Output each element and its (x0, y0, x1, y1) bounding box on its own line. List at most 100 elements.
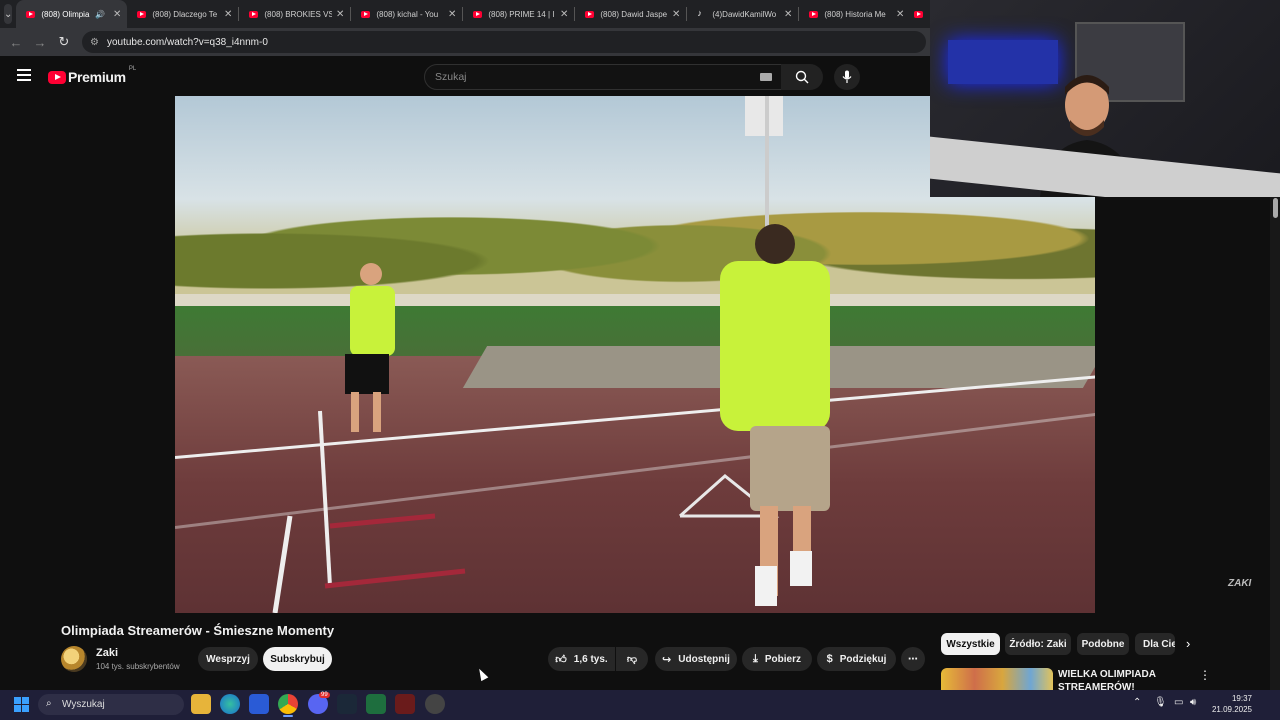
thumbs-down-icon: 👎︎ (626, 654, 638, 665)
youtube-icon (809, 10, 819, 18)
game-app-icon[interactable] (395, 694, 415, 714)
recommendation-more-icon[interactable]: ⋮ (1199, 668, 1211, 682)
video-title: Olimpiada Streamerów - Śmieszne Momenty (61, 623, 335, 638)
webcam-overlay (930, 0, 1280, 197)
tab-title: (808) Historia Me (824, 9, 886, 19)
tab-6[interactable]: (808) Dawid Jaspe ✕ (575, 0, 686, 28)
tab-5[interactable]: (808) PRIME 14 | I ✕ (463, 0, 574, 28)
region-code: PL (128, 66, 137, 72)
taskbar-search[interactable]: ⌕ Wyszukaj (38, 694, 184, 715)
subscribe-label: Subskrybuj (270, 653, 325, 665)
tab-4[interactable]: (808) kichal - You ✕ (351, 0, 462, 28)
edge-icon[interactable] (220, 694, 240, 714)
active-app-indicator (283, 715, 293, 717)
tab-7[interactable]: (4)DawidKamilWo ✕ (687, 0, 798, 28)
back-arrow-icon[interactable]: ← (4, 35, 28, 50)
thanks-label: Podziękuj (839, 653, 887, 665)
youtube-logo[interactable]: Premium PL (48, 66, 137, 85)
youtube-icon (585, 10, 595, 18)
clock-time: 19:37 (1231, 694, 1252, 703)
discord-notification-badge: 99 (319, 692, 330, 698)
subscriber-count: 104 tys. subskrybentów (96, 662, 180, 671)
close-icon[interactable]: ✕ (896, 9, 904, 20)
download-icon: ⤓ (753, 652, 758, 665)
tab-search-button[interactable]: ⌄ (4, 4, 13, 24)
channel-watermark: ZAKI (1228, 578, 1252, 589)
tab-2[interactable]: (808) Dlaczego Te ✕ (127, 0, 238, 28)
like-button[interactable]: 👍︎ 1,6 tys. (548, 647, 615, 671)
share-button[interactable]: ↪ Udostępnij (655, 647, 737, 671)
taskbar-search-placeholder: Wyszukaj (62, 699, 105, 710)
tab-9[interactable] (910, 0, 930, 28)
url-text: youtube.com/watch?v=q38_i4nnm-0 (106, 36, 268, 48)
tab-title: (808) Dlaczego Te (152, 9, 218, 19)
download-button[interactable]: ⤓ Pobierz (742, 647, 812, 671)
channel-avatar[interactable] (61, 646, 87, 672)
network-icon[interactable]: ▭ (1174, 697, 1183, 708)
close-icon[interactable]: ✕ (336, 9, 344, 20)
url-field[interactable]: ⚙ youtube.com/watch?v=q38_i4nnm-0 (82, 31, 926, 53)
chip-similar[interactable]: Podobne (1077, 633, 1129, 655)
more-actions-button[interactable]: ⋯ (901, 647, 925, 671)
dislike-button[interactable]: 👎︎ (616, 647, 648, 671)
site-info-icon[interactable]: ⚙ (90, 37, 99, 48)
youtube-icon (361, 10, 371, 18)
tab-title: (808) BROKIES VS (264, 9, 332, 19)
channel-name[interactable]: Zaki (96, 647, 118, 659)
thanks-button[interactable]: $ Podziękuj (817, 647, 896, 671)
tab-title: (808) Olimpia (41, 9, 90, 19)
close-icon[interactable]: ✕ (784, 9, 792, 20)
tiktok-icon (697, 8, 706, 18)
page-scrollbar[interactable] (1270, 197, 1280, 690)
voice-search-button[interactable] (834, 64, 860, 90)
close-icon[interactable]: ✕ (224, 9, 232, 20)
file-explorer-icon[interactable] (191, 694, 211, 714)
forward-arrow-icon[interactable]: → (28, 35, 52, 50)
support-button[interactable]: Wesprzyj (198, 647, 258, 671)
recommendation-thumbnail[interactable] (941, 668, 1053, 690)
speaker-icon[interactable]: 🔊 (95, 10, 105, 19)
tab-title: (808) Dawid Jaspe (600, 9, 668, 19)
obs-icon[interactable] (425, 694, 445, 714)
recommendation-title[interactable]: WIELKA OLIMPIADA STREAMERÓW! (1058, 668, 1198, 690)
search-icon: ⌕ (46, 698, 52, 709)
chip-all[interactable]: Wszystkie (941, 633, 1000, 655)
subscribe-button[interactable]: Subskrybuj (263, 647, 332, 671)
close-icon[interactable]: ✕ (113, 9, 121, 20)
like-count: 1,6 tys. (573, 653, 608, 665)
chip-label: Podobne (1081, 638, 1125, 650)
menu-icon[interactable] (17, 69, 31, 81)
chevron-up-icon[interactable]: ⌃ (1133, 697, 1141, 708)
search-button[interactable] (781, 64, 823, 90)
search-input[interactable]: Szukaj (424, 64, 787, 90)
browser-tab-strip: ⌄ (808) Olimpia 🔊 ✕ (808) Dlaczego Te ✕ … (0, 0, 930, 28)
keyboard-icon[interactable] (760, 73, 772, 81)
tab-1[interactable]: (808) Olimpia 🔊 ✕ (16, 0, 128, 28)
chevron-right-icon[interactable]: › (1186, 636, 1190, 651)
scrollbar-thumb[interactable] (1273, 198, 1278, 218)
store-icon[interactable] (249, 694, 269, 714)
close-icon[interactable]: ✕ (448, 9, 456, 20)
close-icon[interactable]: ✕ (560, 9, 568, 20)
support-label: Wesprzyj (206, 653, 250, 665)
tab-3[interactable]: (808) BROKIES VS ✕ (239, 0, 350, 28)
chip-source[interactable]: Źródło: Zaki (1005, 633, 1071, 655)
chip-for-you[interactable]: Dla Ciebie (1135, 633, 1175, 655)
chip-label: Źródło: Zaki (1009, 638, 1067, 650)
chip-label: Wszystkie (946, 638, 995, 650)
tab-title: (808) kichal - You (376, 9, 439, 19)
close-icon[interactable]: ✕ (672, 9, 680, 20)
volume-icon[interactable]: 🔊︎ (1190, 697, 1196, 708)
reload-icon[interactable]: ↻ (52, 34, 76, 50)
share-label: Udostępnij (678, 653, 730, 665)
dollar-heart-icon: $ (826, 653, 833, 665)
youtube-icon (26, 10, 36, 18)
excel-icon[interactable] (366, 694, 386, 714)
tab-8[interactable]: (808) Historia Me ✕ (799, 0, 910, 28)
steam-icon[interactable] (337, 694, 357, 714)
microphone-icon[interactable]: 🎙︎ (1154, 697, 1167, 708)
windows-start-icon[interactable] (14, 697, 29, 712)
system-clock[interactable]: 19:37 21.09.2025 (1206, 693, 1252, 715)
youtube-icon (914, 10, 924, 18)
chrome-icon[interactable] (278, 694, 298, 714)
